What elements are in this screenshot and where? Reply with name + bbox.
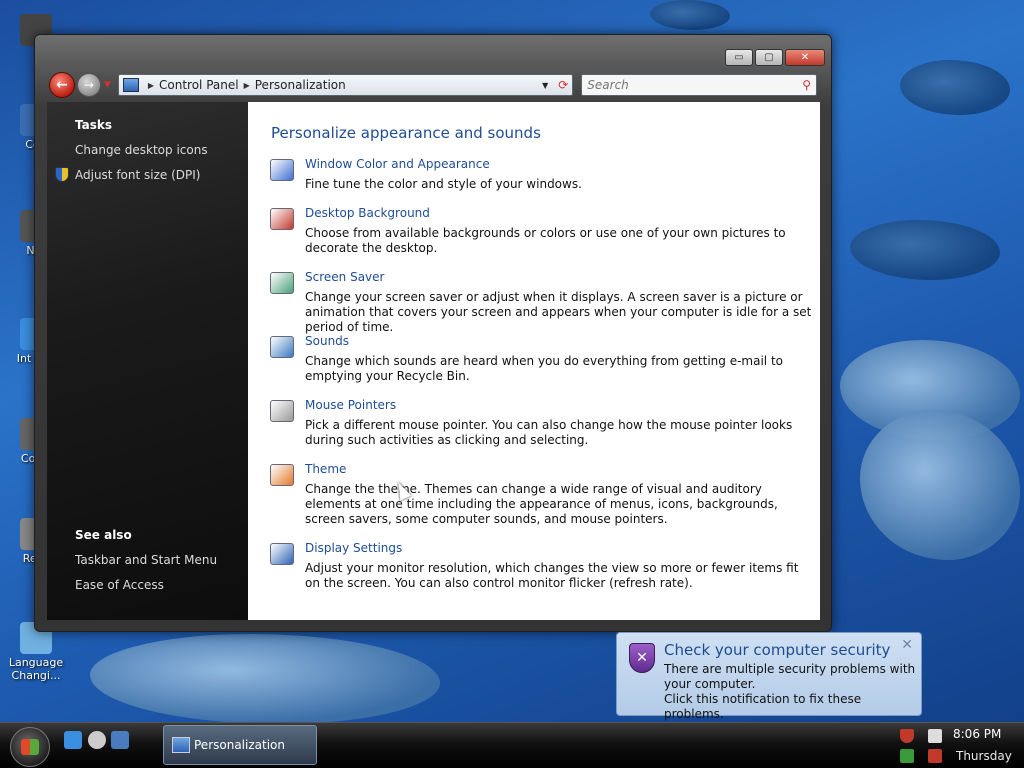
start-button[interactable] — [10, 727, 50, 767]
taskbar-button-label: Personalization — [194, 738, 285, 752]
recent-pages-dropdown-icon[interactable]: ▼ — [104, 80, 111, 90]
item-description: Choose from available backgrounds or col… — [305, 226, 786, 255]
wallpaper-fish — [850, 220, 1000, 280]
see-also-heading: See also — [75, 528, 132, 542]
shield-check-icon[interactable] — [900, 749, 914, 763]
taskbar-button-personalization[interactable]: Personalization — [163, 725, 317, 765]
mouse-pointer-icon — [270, 400, 294, 422]
notification-line-2: Click this notification to fix these pro… — [664, 692, 862, 721]
control-panel-icon — [122, 78, 139, 92]
item-description: Adjust your monitor resolution, which ch… — [305, 561, 799, 590]
control-panel-icon — [172, 737, 190, 753]
personalization-window[interactable]: ▭ ▢ ✕ ← → ▼ ▶ Control Panel ▶ Personaliz… — [34, 34, 832, 632]
item-description: Pick a different mouse pointer. You can … — [305, 418, 793, 447]
item-link[interactable]: Mouse Pointers — [305, 398, 396, 412]
show-desktop-icon[interactable] — [111, 731, 129, 749]
desktop-icon-label: Language Changi... — [8, 656, 64, 682]
see-also-link-ease-of-access[interactable]: Ease of Access — [75, 578, 164, 592]
internet-explorer-icon[interactable] — [64, 731, 82, 749]
refresh-icon[interactable]: ⟳ — [558, 78, 568, 92]
navigation-bar: ← → ▼ ▶ Control Panel ▶ Personalization … — [49, 71, 817, 99]
notification-title: Check your computer security — [664, 641, 891, 659]
tasks-heading: Tasks — [75, 118, 113, 132]
windows-logo-icon — [21, 739, 39, 755]
close-icon[interactable]: ✕ — [901, 637, 913, 653]
breadcrumb-separator-icon[interactable]: ▶ — [148, 81, 154, 90]
network-icon[interactable] — [928, 729, 942, 743]
minimize-button[interactable]: ▭ — [725, 49, 753, 66]
item-link[interactable]: Window Color and Appearance — [305, 157, 490, 171]
desktop-background-icon — [270, 208, 294, 230]
notification-body: There are multiple security problems wit… — [664, 662, 916, 722]
breadcrumb-personalization[interactable]: Personalization — [255, 78, 346, 92]
page-title: Personalize appearance and sounds — [271, 124, 541, 142]
task-pane: Tasks Change desktop icons Adjust font s… — [47, 102, 248, 620]
item-link[interactable]: Display Settings — [305, 541, 402, 555]
content-pane: Personalize appearance and sounds Window… — [248, 102, 820, 620]
display-settings-icon — [270, 543, 294, 565]
volume-muted-icon[interactable] — [928, 749, 942, 763]
window-color-icon — [270, 159, 294, 181]
address-dropdown-icon[interactable]: ▼ — [542, 81, 548, 90]
forward-arrow-icon[interactable]: → — [76, 73, 101, 97]
screen-saver-icon — [270, 272, 294, 294]
breadcrumb-separator-icon[interactable]: ▶ — [244, 81, 250, 90]
close-button[interactable]: ✕ — [785, 49, 825, 66]
sounds-icon — [270, 336, 294, 358]
item-link[interactable]: Desktop Background — [305, 206, 430, 220]
item-link[interactable]: Screen Saver — [305, 270, 384, 284]
item-description: Change the theme. Themes can change a wi… — [305, 482, 778, 526]
window-controls: ▭ ▢ ✕ — [725, 49, 825, 66]
item-link[interactable]: Sounds — [305, 334, 349, 348]
wallpaper-fish — [90, 634, 440, 724]
breadcrumb-control-panel[interactable]: Control Panel — [159, 78, 239, 92]
clock-day[interactable]: Thursday — [956, 749, 1012, 763]
theme-icon — [270, 464, 294, 486]
uac-shield-icon — [55, 167, 69, 182]
security-notification[interactable]: ✕ Check your computer security There are… — [616, 632, 922, 721]
wallpaper-fish — [650, 0, 730, 30]
notification-line-1: There are multiple security problems wit… — [664, 662, 916, 691]
security-alert-icon[interactable] — [900, 729, 914, 743]
media-icon[interactable] — [88, 731, 106, 749]
clock-time[interactable]: 8:06 PM — [953, 727, 1001, 741]
back-arrow-icon[interactable]: ← — [49, 72, 75, 98]
wallpaper-fish — [860, 410, 1020, 560]
task-link-change-desktop-icons[interactable]: Change desktop icons — [75, 143, 208, 157]
address-bar[interactable]: ▶ Control Panel ▶ Personalization ▼ ⟳ — [117, 74, 574, 96]
item-description: Change your screen saver or adjust when … — [305, 290, 812, 334]
search-icon[interactable]: ⚲ — [802, 78, 811, 92]
see-also-link-taskbar[interactable]: Taskbar and Start Menu — [75, 553, 217, 567]
item-link[interactable]: Theme — [305, 462, 346, 476]
item-description: Fine tune the color and style of your wi… — [305, 177, 582, 191]
task-link-adjust-font-size[interactable]: Adjust font size (DPI) — [75, 168, 200, 182]
item-description: Change which sounds are heard when you d… — [305, 354, 783, 383]
taskbar: Personalization 8:06 PM Thursday — [0, 722, 1024, 768]
search-placeholder: Search — [587, 78, 629, 92]
search-input[interactable]: Search ⚲ — [581, 74, 817, 96]
maximize-button[interactable]: ▢ — [755, 49, 783, 66]
wallpaper-fish — [900, 60, 1010, 115]
security-shield-icon: ✕ — [629, 643, 655, 673]
